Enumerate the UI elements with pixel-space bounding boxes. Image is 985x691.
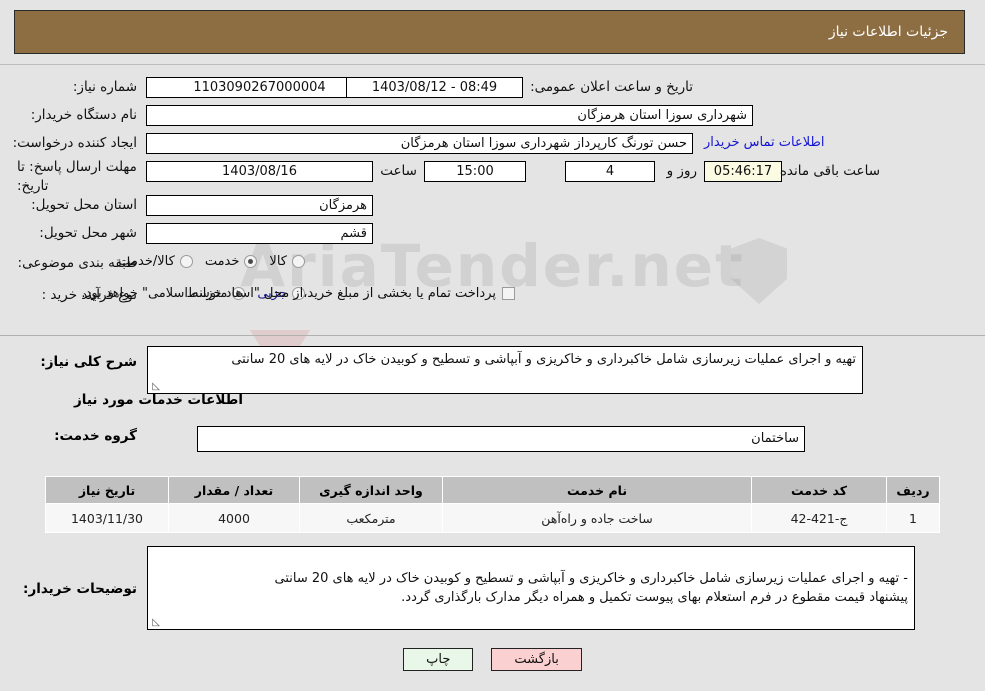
deadline-time-field[interactable]: 15:00 (424, 161, 526, 182)
table-row[interactable]: 1 ج-421-42 ساخت جاده و راه‌آهن مترمکعب 4… (45, 503, 940, 533)
general-description-textarea[interactable]: تهیه و اجرای عملیات زیرسازی شامل خاکبردا… (147, 346, 863, 394)
cell-service-code: ج-421-42 (751, 503, 887, 533)
province-label-row: استان محل تحویل: (31, 197, 137, 213)
page-root: AriaTender.net جزئیات اطلاعات نیاز شماره… (0, 0, 985, 691)
col-service-name: نام خدمت (442, 476, 752, 504)
general-description-text: تهیه و اجرای عملیات زیرسازی شامل خاکبردا… (231, 352, 856, 367)
city-label: شهر محل تحویل: (39, 225, 137, 241)
buyer-notes-label: توضیحات خریدار: (23, 581, 137, 597)
remaining-countdown-field: 05:46:17 (704, 161, 782, 182)
services-table: ردیف کد خدمت نام خدمت واحد اندازه گیری ت… (45, 476, 940, 533)
category-radio-group: کالا خدمت کالا/خدمت (106, 254, 305, 269)
announce-label-row: تاریخ و ساعت اعلان عمومی: (530, 79, 693, 95)
general-description-label: شرح کلی نیاز: (40, 354, 137, 370)
buyer-contact-link[interactable]: اطلاعات تماس خریدار (704, 135, 824, 150)
cell-unit: مترمکعب (299, 503, 443, 533)
cell-row-no: 1 (886, 503, 940, 533)
treasury-checkbox-label: پرداخت تمام یا بخشی از مبلغ خرید،از محل … (81, 286, 496, 301)
announce-datetime-label: تاریخ و ساعت اعلان عمومی: (530, 79, 693, 95)
services-section-heading: اطلاعات خدمات مورد نیاز (73, 392, 243, 408)
category-label-kala: کالا (269, 254, 287, 269)
category-radio-khedmat[interactable] (244, 255, 258, 268)
deadline-time-label: ساعت (380, 163, 417, 179)
remaining-days-unit-label: روز و (666, 163, 697, 179)
creator-label-row: ایجاد کننده درخواست: (13, 135, 137, 151)
deadline-label: مهلت ارسال پاسخ: تا تاریخ: (17, 159, 137, 194)
remaining-countdown-unit-label: ساعت باقی مانده (779, 163, 880, 179)
treasury-checkbox[interactable] (502, 287, 515, 300)
services-table-header-row: ردیف کد خدمت نام خدمت واحد اندازه گیری ت… (45, 476, 940, 504)
col-service-code: کد خدمت (751, 476, 887, 504)
page-title: جزئیات اطلاعات نیاز (828, 24, 948, 40)
buyer-org-label-row: نام دستگاه خریدار: (31, 107, 137, 123)
need-summary-panel: شماره نیاز: 1103090267000004 تاریخ و ساع… (0, 64, 985, 336)
need-number-label-row: شماره نیاز: (73, 79, 137, 95)
treasury-checkbox-row[interactable]: پرداخت تمام یا بخشی از مبلغ خرید،از محل … (69, 286, 515, 301)
creator-field[interactable]: حسن تورنگ کارپرداز شهرداری سوزا استان هر… (146, 133, 693, 154)
services-table-head: ردیف کد خدمت نام خدمت واحد اندازه گیری ت… (45, 476, 940, 504)
city-field[interactable]: قشم (146, 223, 373, 244)
deadline-date-field[interactable]: 1403/08/16 (146, 161, 373, 182)
province-field[interactable]: هرمزگان (146, 195, 373, 216)
service-group-label: گروه خدمت: (54, 428, 137, 444)
need-details-panel: شرح کلی نیاز: تهیه و اجرای عملیات زیرساز… (0, 336, 985, 636)
cell-need-date: 1403/11/30 (45, 503, 169, 533)
print-button[interactable]: چاپ (403, 648, 474, 671)
remaining-days-field[interactable]: 4 (565, 161, 655, 182)
need-number-field[interactable]: 1103090267000004 (146, 77, 373, 98)
footer-actions: بازگشت چاپ (0, 648, 985, 671)
col-row-no: ردیف (886, 476, 940, 504)
need-number-label: شماره نیاز: (72, 79, 137, 95)
creator-label: ایجاد کننده درخواست: (12, 135, 137, 151)
service-group-field[interactable]: ساختمان (197, 426, 805, 452)
buyer-notes-textarea[interactable]: - تهیه و اجرای عملیات زیرسازی شامل خاکبر… (147, 546, 915, 630)
col-quantity: تعداد / مقدار (168, 476, 300, 504)
category-label-khedmat: خدمت (204, 254, 240, 269)
buyer-org-label: نام دستگاه خریدار: (30, 107, 137, 123)
resize-grip-icon-2[interactable]: ◺ (150, 618, 160, 628)
back-button[interactable]: بازگشت (491, 648, 582, 671)
cell-quantity: 4000 (168, 503, 300, 533)
category-label-kala-khedmat: کالا/خدمت (118, 254, 175, 269)
province-label: استان محل تحویل: (31, 197, 137, 213)
announce-datetime-field[interactable]: 08:49 - 1403/08/12 (346, 77, 523, 98)
services-table-body: 1 ج-421-42 ساخت جاده و راه‌آهن مترمکعب 4… (45, 503, 940, 533)
resize-grip-icon[interactable]: ◺ (150, 382, 160, 392)
buyer-org-field[interactable]: شهرداری سوزا استان هرمزگان (146, 105, 753, 126)
col-need-date: تاریخ نیاز (45, 476, 169, 504)
category-radio-kala-khedmat[interactable] (179, 255, 193, 268)
page-header: جزئیات اطلاعات نیاز (14, 10, 965, 54)
cell-service-name: ساخت جاده و راه‌آهن (442, 503, 752, 533)
deadline-label-row: مهلت ارسال پاسخ: تا تاریخ: (17, 157, 137, 195)
buyer-notes-text: - تهیه و اجرای عملیات زیرسازی شامل خاکبر… (274, 571, 908, 605)
category-radio-kala[interactable] (292, 255, 305, 268)
col-unit: واحد اندازه گیری (299, 476, 443, 504)
city-label-row: شهر محل تحویل: (39, 225, 137, 241)
